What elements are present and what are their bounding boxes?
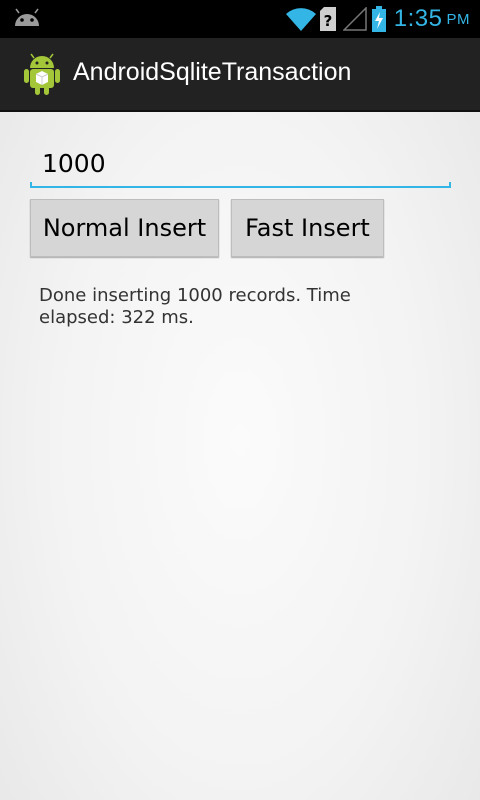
record-count-field[interactable]	[30, 140, 451, 188]
unknown-sim-icon: ?	[319, 7, 336, 31]
input-underline	[30, 182, 451, 188]
fast-insert-button[interactable]: Fast Insert	[231, 199, 384, 257]
action-bar: AndroidSqliteTransaction	[0, 38, 480, 112]
status-icons: ? 1:35 PM	[285, 4, 470, 34]
android-notification-icon	[15, 8, 39, 26]
result-message: Done inserting 1000 records. Time elapse…	[39, 285, 351, 328]
normal-insert-button[interactable]: Normal Insert	[30, 199, 219, 257]
android-app-icon[interactable]	[22, 52, 62, 96]
battery-charging-icon	[371, 6, 386, 32]
wifi-icon	[285, 8, 316, 32]
clock-ampm: PM	[446, 10, 470, 28]
app-title: AndroidSqliteTransaction	[73, 58, 352, 86]
record-count-input[interactable]	[30, 140, 451, 186]
status-bar: ? 1:35 PM	[0, 0, 480, 38]
svg-text:?: ?	[323, 12, 332, 30]
signal-icon	[342, 7, 367, 31]
clock-time: 1:35	[393, 5, 443, 32]
